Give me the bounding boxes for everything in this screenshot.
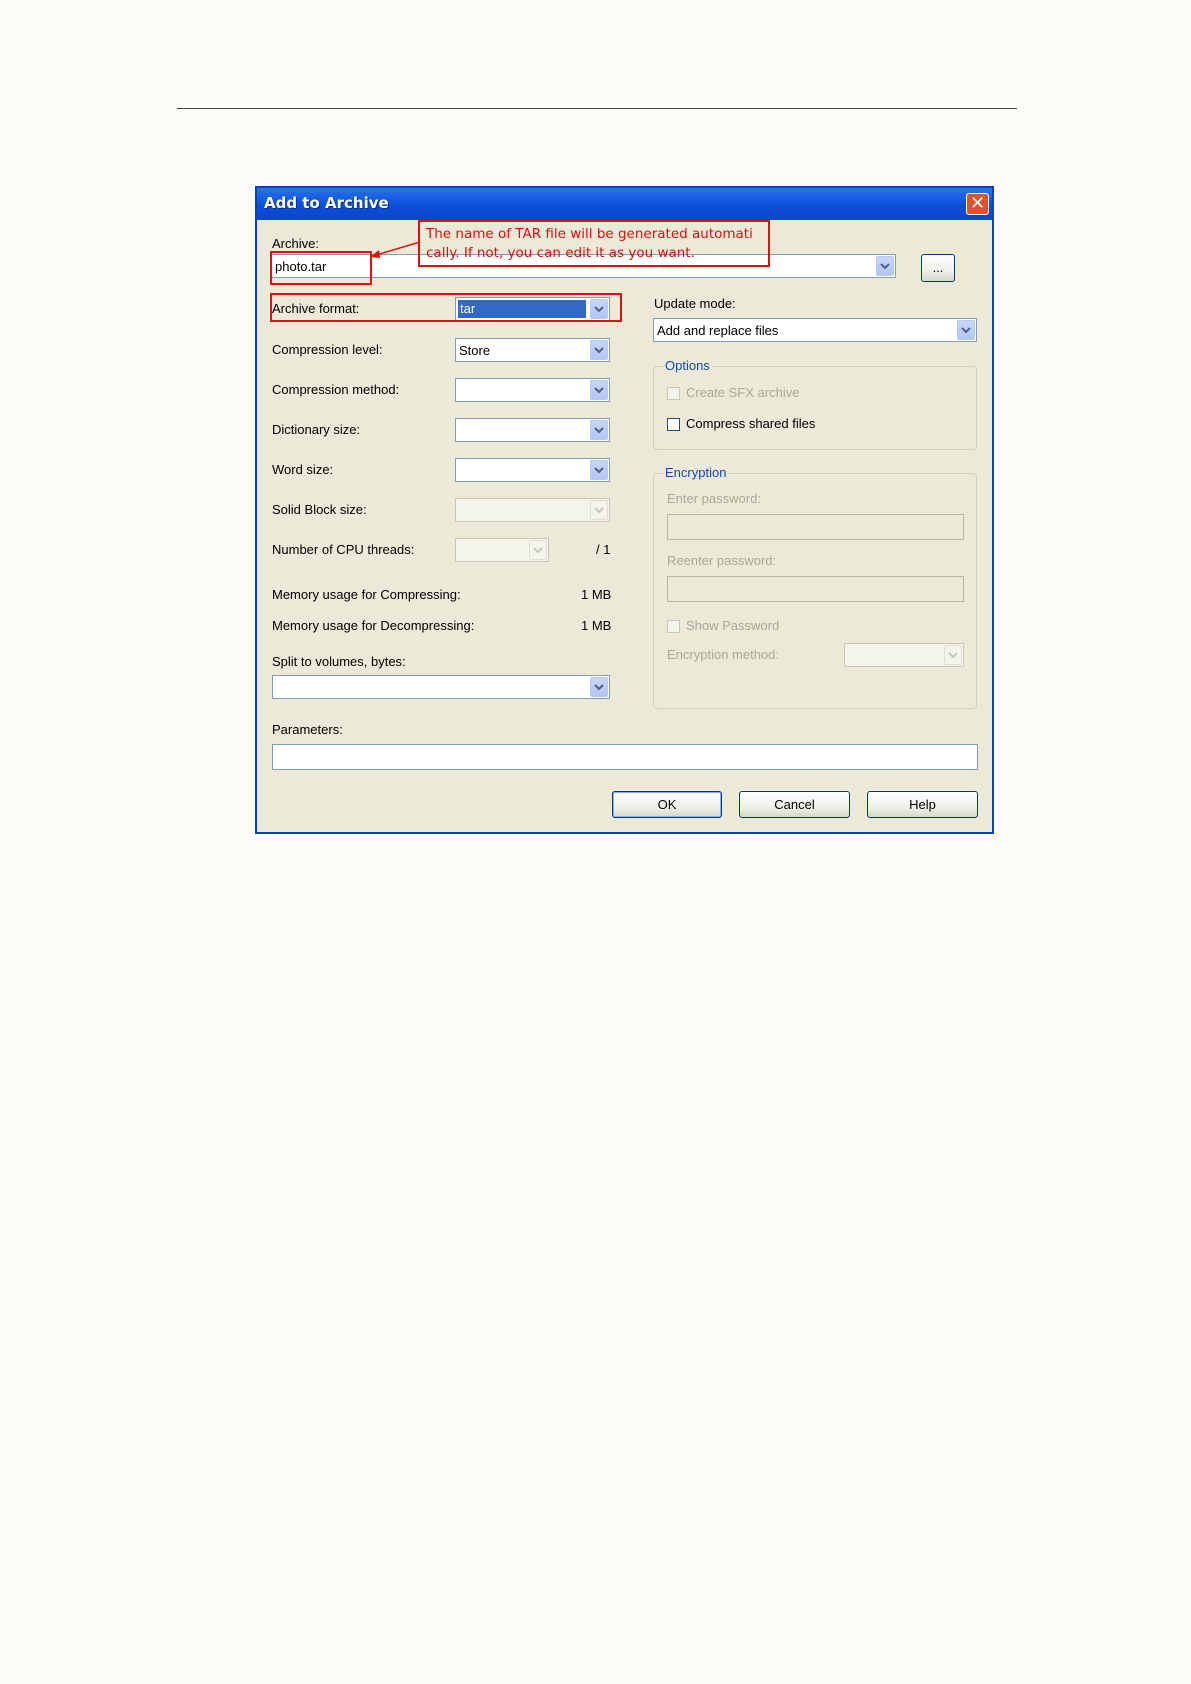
annotation-line-1: The name of TAR file will be generated a… [426, 226, 753, 242]
parameters-label: Parameters: [272, 722, 343, 737]
chevron-down-icon[interactable] [957, 320, 975, 340]
archive-label: Archive: [272, 236, 319, 251]
sfx-checkbox[interactable] [667, 387, 680, 400]
close-icon[interactable]: ✕ [966, 193, 989, 215]
chevron-down-icon[interactable] [944, 645, 962, 665]
chevron-down-icon[interactable] [590, 340, 608, 360]
dictionary-size-select[interactable] [455, 418, 610, 442]
compression-level-value: Store [459, 343, 491, 358]
mem-compress-value: 1 MB [581, 587, 612, 602]
options-group-title: Options [663, 358, 712, 373]
mem-decompress-value: 1 MB [581, 618, 612, 633]
compression-level-select[interactable]: Store [455, 338, 610, 362]
encryption-method-label: Encryption method: [667, 647, 780, 662]
mem-compress-label: Memory usage for Compressing: [272, 587, 461, 602]
word-size-label: Word size: [272, 462, 334, 477]
split-volumes-label: Split to volumes, bytes: [272, 654, 406, 669]
ok-button[interactable]: OK [612, 791, 722, 818]
compression-method-label: Compression method: [272, 382, 400, 397]
help-button[interactable]: Help [867, 791, 978, 818]
encryption-method-select[interactable] [844, 643, 964, 667]
shared-files-checkbox-label: Compress shared files [686, 416, 816, 431]
cpu-threads-label: Number of CPU threads: [272, 542, 415, 557]
sfx-checkbox-label: Create SFX archive [686, 385, 800, 400]
cancel-button[interactable]: Cancel [739, 791, 850, 818]
chevron-down-icon[interactable] [590, 420, 608, 440]
dictionary-size-label: Dictionary size: [272, 422, 361, 437]
solid-block-size-select[interactable] [455, 498, 610, 522]
annotation-box: The name of TAR file will be generated a… [418, 220, 770, 267]
archive-format-highlight [270, 293, 622, 322]
page-header-rule [177, 108, 1017, 109]
reenter-password-label: Reenter password: [667, 553, 777, 568]
cpu-threads-max: / 1 [596, 542, 611, 557]
split-volumes-combo[interactable] [272, 675, 610, 699]
chevron-down-icon[interactable] [590, 380, 608, 400]
chevron-down-icon[interactable] [590, 677, 608, 697]
compression-method-select[interactable] [455, 378, 610, 402]
update-mode-label: Update mode: [654, 296, 736, 311]
mem-decompress-label: Memory usage for Decompressing: [272, 618, 475, 633]
chevron-down-icon[interactable] [590, 500, 608, 520]
chevron-down-icon[interactable] [876, 256, 894, 276]
arrow-left-icon [370, 241, 421, 258]
show-password-checkbox[interactable] [667, 620, 680, 633]
encryption-group: Encryption Enter password: Reenter passw… [653, 465, 977, 709]
browse-button[interactable]: ... [921, 254, 955, 282]
chevron-down-icon[interactable] [529, 540, 547, 560]
show-password-label: Show Password [686, 618, 780, 633]
options-group: Options Create SFX archive Compress shar… [653, 358, 977, 450]
word-size-select[interactable] [455, 458, 610, 482]
annotation-line-2: cally. If not, you can edit it as you wa… [426, 245, 695, 261]
enter-password-label: Enter password: [667, 491, 761, 506]
update-mode-select[interactable]: Add and replace files [653, 318, 977, 342]
update-mode-value: Add and replace files [657, 323, 779, 338]
cpu-threads-select[interactable] [455, 538, 549, 562]
enter-password-field[interactable] [667, 514, 964, 540]
solid-block-size-label: Solid Block size: [272, 502, 367, 517]
reenter-password-field[interactable] [667, 576, 964, 602]
chevron-down-icon[interactable] [590, 460, 608, 480]
archive-name-highlight [270, 251, 372, 285]
dialog-title: Add to Archive [264, 194, 389, 212]
parameters-field[interactable] [272, 744, 978, 770]
encryption-group-title: Encryption [663, 465, 729, 480]
title-bar[interactable]: Add to Archive ✕ [257, 188, 992, 220]
shared-files-checkbox[interactable] [667, 418, 680, 431]
compression-level-label: Compression level: [272, 342, 383, 357]
